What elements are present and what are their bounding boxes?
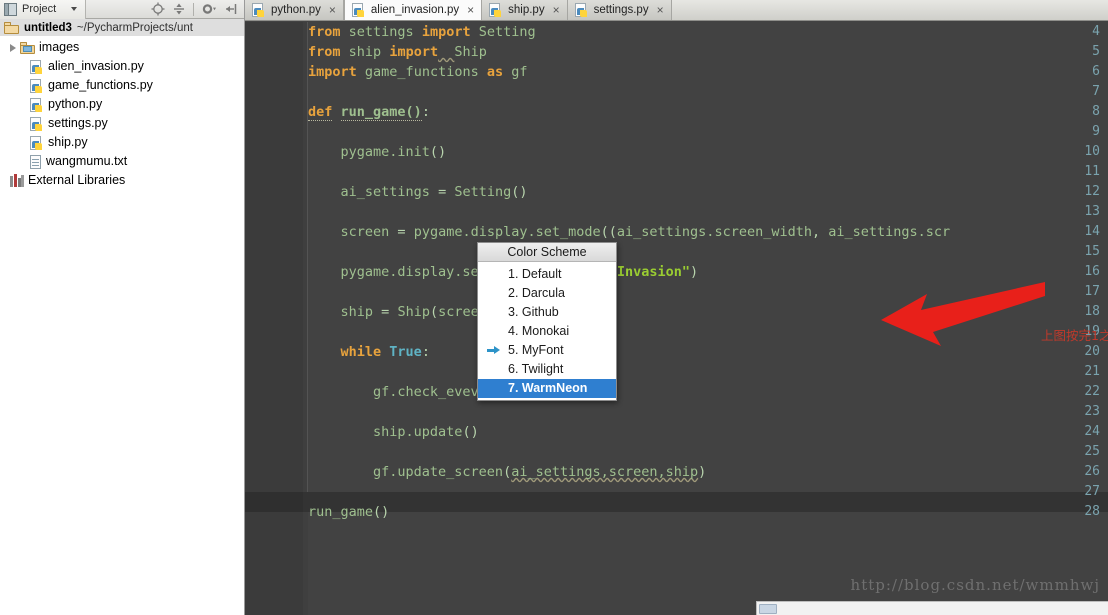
tab-label: python.py: [271, 3, 321, 16]
color-scheme-item-label: 1. Default: [508, 267, 562, 281]
python-file-icon: [30, 135, 44, 150]
color-scheme-item-label: 4. Monokai: [508, 324, 570, 338]
gear-icon[interactable]: [201, 2, 217, 16]
code-line-10: pygame.init(): [308, 144, 447, 160]
project-tool-tab[interactable]: Project: [0, 0, 87, 19]
tree-item-label: ship.py: [48, 135, 88, 150]
project-toolbar-icons: [151, 2, 244, 16]
target-icon[interactable]: [151, 2, 165, 16]
color-scheme-item-label: 6. Twilight: [508, 362, 564, 376]
folder-image-icon: [20, 41, 35, 54]
project-root-header[interactable]: untitled3 ~/PycharmProjects/unt: [0, 19, 244, 36]
scrollbar-thumb[interactable]: [759, 604, 777, 614]
project-file-tree: images alien_invasion.py game_functions.…: [0, 36, 244, 190]
red-left-arrow-annotation: [881, 282, 1045, 346]
toolbar-divider: [193, 2, 194, 16]
tree-item-label: wangmumu.txt: [46, 154, 128, 169]
code-line-12: ai_settings = Setting(): [308, 184, 528, 200]
code-line-8: def run_game():: [308, 104, 430, 121]
editor-area: python.py × alien_invasion.py × ship.py …: [245, 0, 1108, 615]
tab-python-py[interactable]: python.py ×: [245, 0, 344, 20]
python-file-icon: [30, 97, 44, 112]
project-name: untitled3: [24, 21, 72, 34]
project-tab-label: Project: [22, 3, 57, 15]
tree-item-label: alien_invasion.py: [48, 59, 144, 74]
horizontal-scrollbar[interactable]: [756, 601, 1108, 615]
watermark-text: http://blog.csdn.net/wmmhwj: [850, 576, 1100, 594]
tree-item-images[interactable]: images: [0, 38, 244, 57]
library-icon: [10, 174, 24, 187]
code-line-26: gf.update_screen(ai_settings,screen,ship…: [308, 464, 707, 480]
tree-item-label: python.py: [48, 97, 103, 112]
python-file-icon: [489, 2, 503, 17]
python-file-icon: [30, 59, 44, 74]
line-number-gutter: [245, 22, 303, 615]
code-line-20: while True:: [340, 344, 430, 360]
text-file-icon: [30, 154, 42, 169]
code-line-24: ship.update(): [308, 424, 479, 440]
color-scheme-item-default[interactable]: 1. Default: [478, 265, 616, 284]
color-scheme-item-label: 2. Darcula: [508, 286, 565, 300]
hide-panel-icon[interactable]: [224, 2, 238, 16]
python-file-icon: [30, 78, 44, 93]
color-scheme-item-label: 7. WarmNeon: [508, 381, 588, 395]
tree-item-python-py[interactable]: python.py: [0, 95, 244, 114]
color-scheme-popup-title: Color Scheme: [478, 243, 616, 262]
tree-item-game-functions-py[interactable]: game_functions.py: [0, 76, 244, 95]
project-panel: Project untitled3 ~/PycharmProjects/unt …: [0, 0, 245, 615]
color-scheme-item-github[interactable]: 3. Github: [478, 303, 616, 322]
close-icon[interactable]: ×: [657, 3, 664, 17]
collapse-all-icon[interactable]: [172, 2, 186, 16]
tree-item-label: External Libraries: [28, 173, 126, 188]
tree-item-wangmumu-txt[interactable]: wangmumu.txt: [0, 152, 244, 171]
color-scheme-list: 1. Default 2. Darcula 3. Github 4. Monok…: [478, 262, 616, 400]
code-line-6: import game_functions as gf: [308, 64, 528, 80]
color-scheme-item-darcula[interactable]: 2. Darcula: [478, 284, 616, 303]
folder-icon: [4, 21, 19, 34]
code-line-28: run_game(): [308, 504, 390, 520]
project-view-icon: [4, 2, 17, 16]
code-line-5: from ship import Ship: [308, 44, 487, 60]
color-scheme-item-twilight[interactable]: 6. Twilight: [478, 360, 616, 379]
tab-alien-invasion-py[interactable]: alien_invasion.py ×: [343, 0, 483, 20]
color-scheme-item-label: 3. Github: [508, 305, 559, 319]
project-path: ~/PycharmProjects/unt: [76, 21, 193, 34]
project-toolbar: Project: [0, 0, 244, 19]
color-scheme-item-monokai[interactable]: 4. Monokai: [478, 322, 616, 341]
close-icon[interactable]: ×: [467, 3, 474, 17]
color-scheme-item-label: 5. MyFont: [508, 343, 564, 357]
python-file-icon: [351, 2, 366, 17]
python-file-icon: [252, 2, 266, 17]
code-line-18: ship = Ship(screen): [308, 304, 496, 320]
tab-label: ship.py: [508, 3, 545, 16]
annotation-text: 上图按完1之后出现的这个图之后再选择要用的背景色: [1041, 328, 1108, 343]
tab-settings-py[interactable]: settings.py ×: [567, 0, 672, 20]
tree-item-external-libraries[interactable]: External Libraries: [0, 171, 244, 190]
tab-label: settings.py: [593, 3, 649, 16]
color-scheme-item-myfont[interactable]: 5. MyFont: [478, 341, 616, 360]
chevron-down-icon[interactable]: [71, 7, 78, 11]
caret-line-gutter-highlight: [245, 492, 303, 512]
color-scheme-popup[interactable]: Color Scheme 1. Default 2. Darcula 3. Gi…: [477, 242, 617, 401]
code-line-4: from settings import Setting: [308, 24, 536, 40]
close-icon[interactable]: ×: [329, 3, 336, 17]
tree-item-label: game_functions.py: [48, 78, 153, 93]
close-icon[interactable]: ×: [553, 3, 560, 17]
editor-tab-bar: python.py × alien_invasion.py × ship.py …: [245, 0, 1108, 21]
python-file-icon: [574, 2, 589, 17]
chevron-right-icon[interactable]: [10, 43, 16, 52]
python-file-icon: [30, 116, 44, 131]
code-line-14: screen = pygame.display.set_mode((ai_set…: [308, 224, 951, 240]
color-scheme-item-warmneon[interactable]: 7. WarmNeon: [478, 379, 616, 398]
tree-item-label: images: [39, 40, 80, 55]
tree-item-ship-py[interactable]: ship.py: [0, 133, 244, 152]
tab-ship-py[interactable]: ship.py ×: [482, 0, 568, 20]
tab-label: alien_invasion.py: [370, 3, 460, 16]
tree-item-settings-py[interactable]: settings.py: [0, 114, 244, 133]
pycharm-window: Project untitled3 ~/PycharmProjects/unt …: [0, 0, 1108, 615]
tree-item-alien-invasion-py[interactable]: alien_invasion.py: [0, 57, 244, 76]
tree-item-label: settings.py: [48, 116, 108, 131]
